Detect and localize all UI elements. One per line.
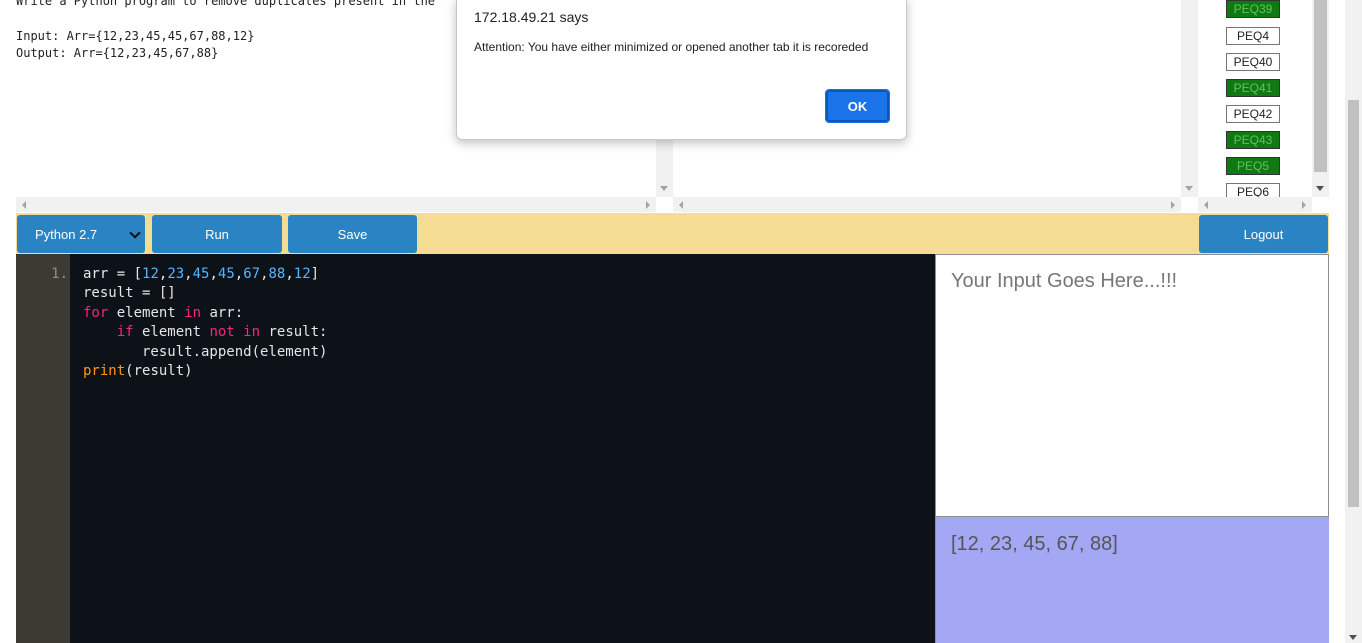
question-button-peq6[interactable]: PEQ6 — [1226, 183, 1280, 197]
code-line: result = [] — [83, 285, 176, 302]
code-editor[interactable]: 1. arr = [12,23,45,45,67,88,12] result = … — [16, 254, 935, 643]
run-button[interactable]: Run — [152, 215, 282, 253]
output-panel: [12, 23, 45, 67, 88] — [935, 517, 1329, 643]
scroll-down-arrow-icon[interactable] — [1349, 635, 1357, 640]
chevron-down-icon — [129, 227, 141, 239]
question-button-peq39[interactable]: PEQ39 — [1226, 0, 1280, 18]
question-list: PEQ39 PEQ4 PEQ40 PEQ41 PEQ42 PEQ43 PEQ5 … — [1198, 0, 1312, 197]
code-line: print(result) — [83, 363, 193, 380]
custom-input-field[interactable]: Your Input Goes Here...!!! — [935, 254, 1329, 517]
middle-vertical-scrollbar[interactable] — [1181, 0, 1198, 197]
line-number: 1. — [51, 266, 68, 282]
code-content[interactable]: arr = [12,23,45,45,67,88,12] result = [] f… — [83, 265, 327, 381]
question-button-peq43[interactable]: PEQ43 — [1226, 131, 1280, 149]
question-text: Write a Python program to remove duplica… — [16, 0, 436, 8]
code-line: result.append(element) — [83, 343, 328, 360]
scroll-down-arrow-icon[interactable] — [660, 186, 668, 191]
save-button[interactable]: Save — [288, 215, 417, 253]
scroll-down-arrow-icon[interactable] — [1316, 186, 1324, 191]
scrollbar-thumb[interactable] — [1314, 0, 1327, 172]
scrollbar-thumb[interactable] — [1348, 100, 1359, 507]
alert-dialog: 172.18.49.21 says Attention: You have ei… — [456, 0, 907, 140]
ok-button[interactable]: OK — [825, 89, 890, 123]
input-placeholder: Your Input Goes Here...!!! — [951, 270, 1178, 292]
scroll-left-arrow-icon[interactable] — [22, 201, 26, 209]
scroll-right-arrow-icon[interactable] — [646, 201, 650, 209]
question-output-example: Output: Arr={12,23,45,67,88} — [16, 46, 219, 60]
scroll-left-arrow-icon[interactable] — [679, 201, 683, 209]
output-text: [12, 23, 45, 67, 88] — [951, 533, 1118, 555]
logout-button[interactable]: Logout — [1199, 215, 1328, 253]
code-line: for element in arr: — [83, 304, 244, 321]
scroll-down-arrow-icon[interactable] — [1185, 186, 1193, 191]
question-button-peq5[interactable]: PEQ5 — [1226, 157, 1280, 175]
question-button-peq40[interactable]: PEQ40 — [1226, 53, 1280, 71]
alert-origin: 172.18.49.21 says — [474, 9, 589, 25]
alert-message: Attention: You have either minimized or … — [474, 40, 869, 54]
scroll-right-arrow-icon[interactable] — [1171, 201, 1175, 209]
question-horizontal-scrollbar[interactable] — [16, 197, 656, 212]
question-input-example: Input: Arr={12,23,45,45,67,88,12} — [16, 29, 255, 43]
question-button-peq4[interactable]: PEQ4 — [1226, 27, 1280, 45]
code-line: arr = [12,23,45,45,67,88,12] — [83, 266, 320, 282]
question-list-scrollbar[interactable] — [1312, 0, 1329, 197]
question-button-peq41[interactable]: PEQ41 — [1226, 79, 1280, 97]
question-list-horizontal-scrollbar[interactable] — [1198, 197, 1312, 212]
question-button-peq42[interactable]: PEQ42 — [1226, 105, 1280, 123]
language-select-value: Python 2.7 — [35, 226, 98, 242]
code-line: if element not in result: — [116, 324, 328, 341]
scroll-right-arrow-icon[interactable] — [1302, 201, 1306, 209]
line-number-gutter: 1. — [16, 254, 70, 643]
language-select[interactable]: Python 2.7 — [17, 215, 145, 253]
page-scrollbar[interactable] — [1345, 0, 1362, 643]
scroll-left-arrow-icon[interactable] — [1204, 201, 1208, 209]
middle-horizontal-scrollbar[interactable] — [673, 197, 1181, 212]
editor-toolbar: Python 2.7 Run Save Logout — [16, 213, 1329, 254]
